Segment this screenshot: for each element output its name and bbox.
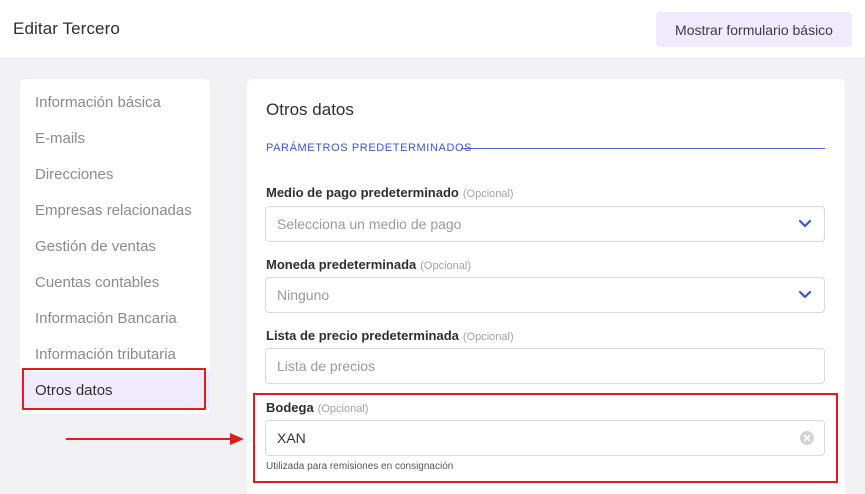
price-list-placeholder: Lista de precios xyxy=(277,358,376,374)
annotation-highlight-box xyxy=(253,393,838,483)
sidebar-item-cuentas-contables[interactable]: Cuentas contables xyxy=(20,264,210,300)
sidebar-item-informacion-bancaria[interactable]: Información Bancaria xyxy=(20,300,210,336)
currency-select[interactable]: Ninguno xyxy=(265,277,825,313)
sidebar-item-label: Empresas relacionadas xyxy=(35,201,192,219)
payment-method-label: Medio de pago predeterminado (Opcional) xyxy=(266,185,514,200)
section-divider xyxy=(461,148,825,149)
chevron-down-icon xyxy=(798,219,812,228)
price-list-input[interactable]: Lista de precios xyxy=(265,348,825,384)
optional-tag: (Opcional) xyxy=(462,188,514,200)
annotation-highlight-box xyxy=(22,368,206,410)
sidebar-item-label: Información tributaria xyxy=(35,345,176,363)
sidebar-item-label: E-mails xyxy=(35,129,86,147)
chevron-down-icon xyxy=(798,290,812,299)
optional-tag: (Opcional) xyxy=(462,331,514,343)
payment-method-label-text: Medio de pago predeterminado xyxy=(266,185,459,200)
price-list-label: Lista de precio predeterminada (Opcional) xyxy=(266,328,514,343)
top-bar: Editar Tercero Mostrar formulario básico xyxy=(0,0,865,59)
sidebar: Información básica E-mails Direcciones E… xyxy=(20,79,210,414)
sidebar-item-label: Información Bancaria xyxy=(35,309,177,327)
sidebar-item-empresas-relacionadas[interactable]: Empresas relacionadas xyxy=(20,192,210,228)
section-heading: PARÁMETROS PREDETERMINADOS xyxy=(266,142,473,154)
sidebar-item-emails[interactable]: E-mails xyxy=(20,120,210,156)
currency-label: Moneda predeterminada (Opcional) xyxy=(266,257,471,272)
sidebar-item-informacion-basica[interactable]: Información básica xyxy=(20,84,210,120)
payment-method-placeholder: Selecciona un medio de pago xyxy=(277,216,462,232)
currency-value: Ninguno xyxy=(277,287,330,303)
sidebar-item-label: Direcciones xyxy=(35,165,114,183)
annotation-arrow-icon xyxy=(66,433,244,445)
sidebar-item-gestion-de-ventas[interactable]: Gestión de ventas xyxy=(20,228,210,264)
sidebar-item-label: Gestión de ventas xyxy=(35,237,156,255)
price-list-label-text: Lista de precio predeterminada xyxy=(266,328,459,343)
sidebar-item-label: Cuentas contables xyxy=(35,273,160,291)
sidebar-item-label: Información básica xyxy=(35,93,161,111)
sidebar-item-informacion-tributaria[interactable]: Información tributaria xyxy=(20,336,210,372)
currency-label-text: Moneda predeterminada xyxy=(266,257,417,272)
optional-tag: (Opcional) xyxy=(420,260,472,272)
sidebar-item-direcciones[interactable]: Direcciones xyxy=(20,156,210,192)
show-basic-form-button[interactable]: Mostrar formulario básico xyxy=(656,12,852,47)
payment-method-select[interactable]: Selecciona un medio de pago xyxy=(265,206,825,242)
page-title: Editar Tercero xyxy=(13,19,120,38)
panel-title: Otros datos xyxy=(266,100,354,119)
